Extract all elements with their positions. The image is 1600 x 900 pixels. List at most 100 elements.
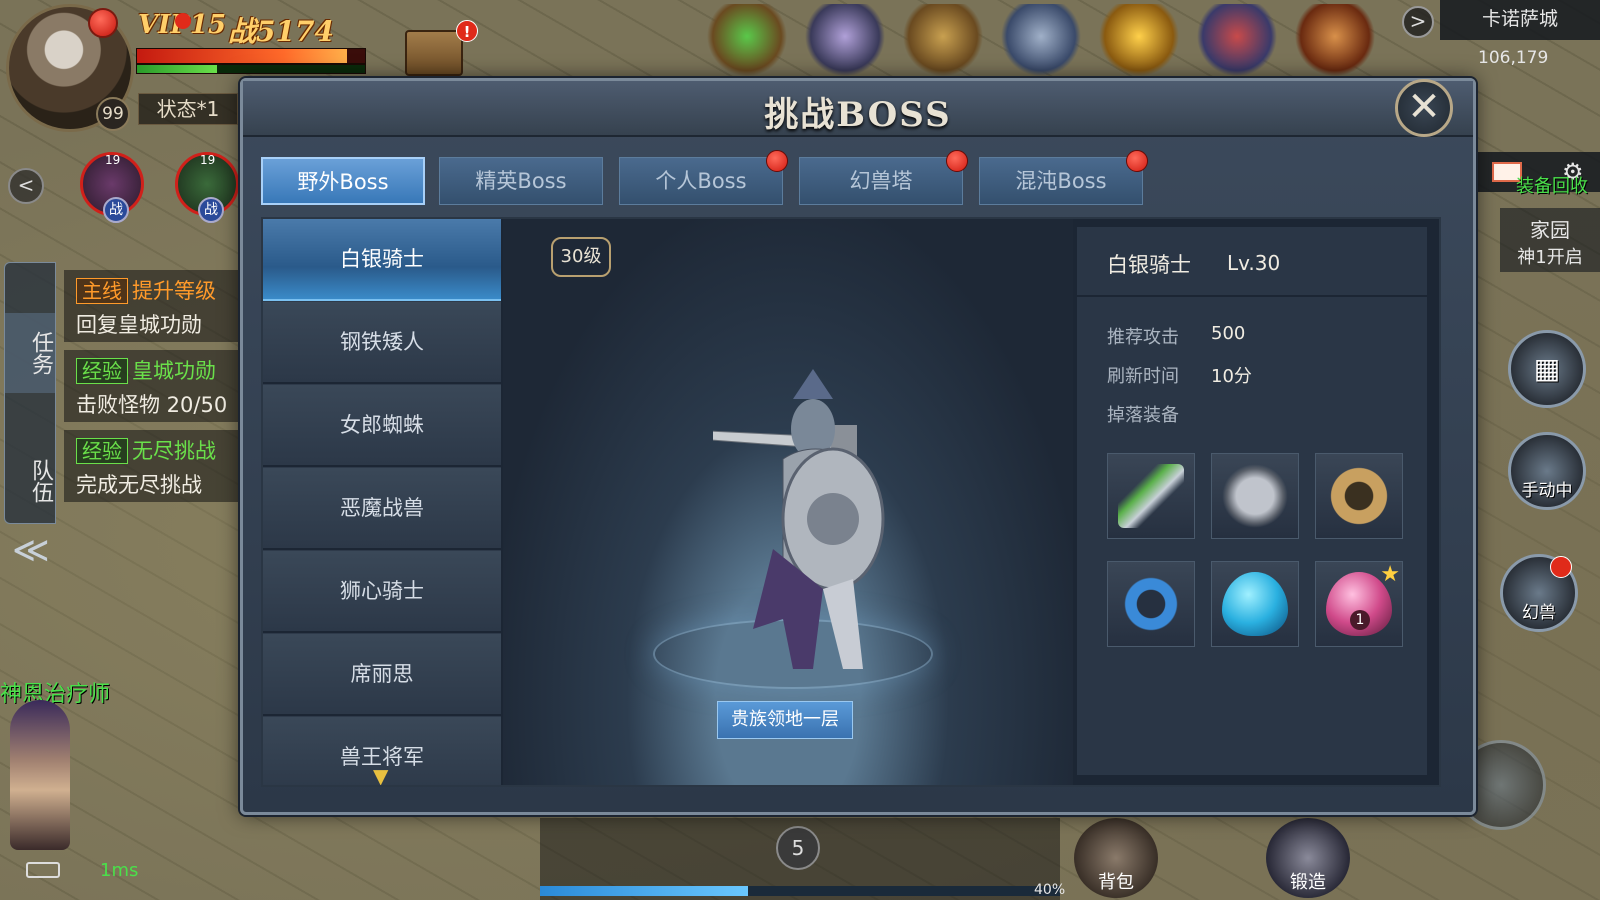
player-level-badge: 99 [96, 97, 130, 131]
quest-desc: 回复皇城功勋 [76, 313, 202, 337]
manual-mode-label: 手动中 [1521, 481, 1573, 501]
sword-icon [1118, 464, 1184, 528]
combat-power: 战5174 [228, 15, 334, 48]
manual-mode-button[interactable]: 手动中 [1508, 432, 1586, 510]
crown-chest-icon[interactable] [1098, 4, 1180, 76]
vip-alert-dot [175, 13, 191, 29]
bracer-icon [1326, 464, 1392, 528]
tab-label: 野外Boss [297, 170, 389, 194]
hp-bar [136, 48, 366, 64]
party-member-class-tag: 战 [103, 197, 129, 223]
book-icon[interactable] [405, 30, 463, 76]
quest-item-exp-2[interactable]: 经验 无尽挑战 完成无尽挑战 [64, 430, 240, 502]
drop-slot-sword[interactable] [1107, 453, 1195, 539]
tab-wild-boss[interactable]: 野外Boss [261, 157, 425, 205]
star-icon: ★ [1380, 562, 1400, 587]
tab-elite-boss[interactable]: 精英Boss [439, 157, 603, 205]
tab-label: 混沌Boss [1015, 169, 1107, 193]
tab-tasks[interactable]: 任务 [5, 313, 55, 393]
tab-label: 精英Boss [475, 169, 567, 193]
boss-challenge-dialog: 挑战BOSS ✕ 野外Boss 精英Boss 个人Boss 幻兽塔 混沌Boss… [240, 78, 1476, 815]
refresh-time-value: 10分 [1211, 366, 1252, 387]
exp-percent: 40% [1034, 882, 1066, 898]
emblem-icon[interactable] [804, 4, 886, 76]
quest-tag: 经验 [76, 438, 128, 464]
drop-slot-pink-egg[interactable]: 1 ★ [1315, 561, 1403, 647]
boss-list: 白银骑士 钢铁矮人 女郎蜘蛛 恶魔战兽 狮心骑士 席丽思 兽王将军 ▼ [263, 219, 501, 785]
boss-item-xilisi[interactable]: 席丽思 [263, 634, 501, 716]
boss-info-header: 白银骑士 Lv.30 [1077, 227, 1427, 297]
menu-grid-button[interactable]: ▦ [1508, 330, 1586, 408]
expand-icons-button[interactable]: > [1402, 6, 1434, 38]
boss-name: 白银骑士 [1107, 253, 1191, 277]
boss-item-lionheart-knight[interactable]: 狮心骑士 [263, 551, 501, 633]
red-chest-icon[interactable] [1294, 4, 1376, 76]
mp-bar [136, 64, 366, 74]
home-title: 家园 [1530, 218, 1570, 242]
map-coordinates: 106,179 [1478, 48, 1549, 68]
boss-level-badge: 30级 [551, 237, 611, 277]
daily-chest-icon[interactable] [706, 4, 788, 76]
close-button[interactable]: ✕ [1395, 79, 1453, 137]
collapse-party-button[interactable]: < [8, 168, 44, 204]
beast-alert-dot [1550, 556, 1572, 578]
quest-tag: 经验 [76, 358, 128, 384]
tab-team[interactable]: 队伍 [5, 441, 55, 521]
bag-button[interactable]: 背包 [1074, 818, 1158, 898]
dialog-header: 挑战BOSS [243, 81, 1473, 137]
status-button[interactable]: 状态*1 [138, 93, 238, 125]
party-member-class-tag: 战 [198, 197, 224, 223]
party-member-1[interactable]: 19 战 [80, 152, 144, 223]
party-member-2[interactable]: 19 战 [175, 152, 239, 223]
content-frame: 白银骑士 钢铁矮人 女郎蜘蛛 恶魔战兽 狮心骑士 席丽思 兽王将军 ▼ 30级 [261, 217, 1441, 787]
drop-slot-blue-egg[interactable] [1211, 561, 1299, 647]
tab-label: 幻兽塔 [849, 169, 913, 193]
drop-slot-armor[interactable] [1211, 453, 1299, 539]
ping-label: 1ms [100, 860, 139, 881]
exp-fill [540, 886, 748, 896]
grid-icon: ▦ [1533, 352, 1561, 385]
drops-label: 掉落装备 [1107, 405, 1179, 426]
treasure-chest-icon[interactable] [902, 4, 984, 76]
boss-preview: 30级 贵族领地一层 [503, 219, 1073, 785]
beast-label: 幻兽 [1522, 603, 1556, 623]
tab-chaos-boss[interactable]: 混沌Boss [979, 150, 1148, 205]
quest-item-exp-1[interactable]: 经验 皇城功勋 击败怪物 20/50 [64, 350, 240, 422]
tab-personal-boss[interactable]: 个人Boss [619, 150, 788, 205]
home-subtitle: 神1开启 [1517, 247, 1583, 268]
boss-item-demon-beast[interactable]: 恶魔战兽 [263, 468, 501, 550]
shield-emblem-icon[interactable] [1196, 4, 1278, 76]
boss-model [713, 369, 885, 669]
tab-alert-dot [946, 150, 968, 172]
collapse-quests-icon[interactable]: ≪ [12, 530, 50, 571]
home-button[interactable]: 家园 神1开启 [1500, 208, 1600, 272]
side-tabs: 任务 队伍 [4, 262, 56, 524]
book-alert-dot: ! [456, 20, 478, 42]
boss-level: Lv.30 [1227, 251, 1281, 275]
battery-icon [26, 862, 60, 878]
equipment-recycle-label[interactable]: 装备回收 [1516, 172, 1588, 198]
party-member-level: 19 [200, 153, 216, 167]
hp-fill [137, 49, 347, 63]
boss-item-silver-knight[interactable]: 白银骑士 [263, 219, 501, 301]
stage-indicator: 5 [776, 826, 820, 870]
knight-helmet-icon[interactable] [1000, 4, 1082, 76]
boss-location-button[interactable]: 贵族领地一层 [717, 701, 853, 739]
tab-beast-tower[interactable]: 幻兽塔 [799, 150, 968, 205]
quest-title: 皇城功勋 [132, 359, 216, 383]
refresh-time-label: 刷新时间 [1107, 366, 1179, 387]
tab-alert-dot [766, 150, 788, 172]
boss-item-spider-lady[interactable]: 女郎蜘蛛 [263, 385, 501, 467]
scroll-down-icon: ▼ [373, 764, 389, 785]
drop-slot-ring[interactable] [1107, 561, 1195, 647]
drop-slot-bracer[interactable] [1315, 453, 1403, 539]
forge-button[interactable]: 锻造 [1266, 818, 1350, 898]
npc-character[interactable] [10, 700, 70, 850]
exp-bar [540, 886, 1060, 896]
quest-item-main[interactable]: 主线 提升等级 回复皇城功勋 [64, 270, 240, 342]
map-name[interactable]: 卡诺萨城 [1440, 0, 1600, 40]
boss-info-panel: 白银骑士 Lv.30 推荐攻击 500 刷新时间 10分 掉落装备 1 ★ [1077, 227, 1427, 775]
boss-item-iron-dwarf[interactable]: 钢铁矮人 [263, 302, 501, 384]
blue-egg-icon [1222, 572, 1288, 636]
recommended-attack-value: 500 [1211, 323, 1246, 344]
